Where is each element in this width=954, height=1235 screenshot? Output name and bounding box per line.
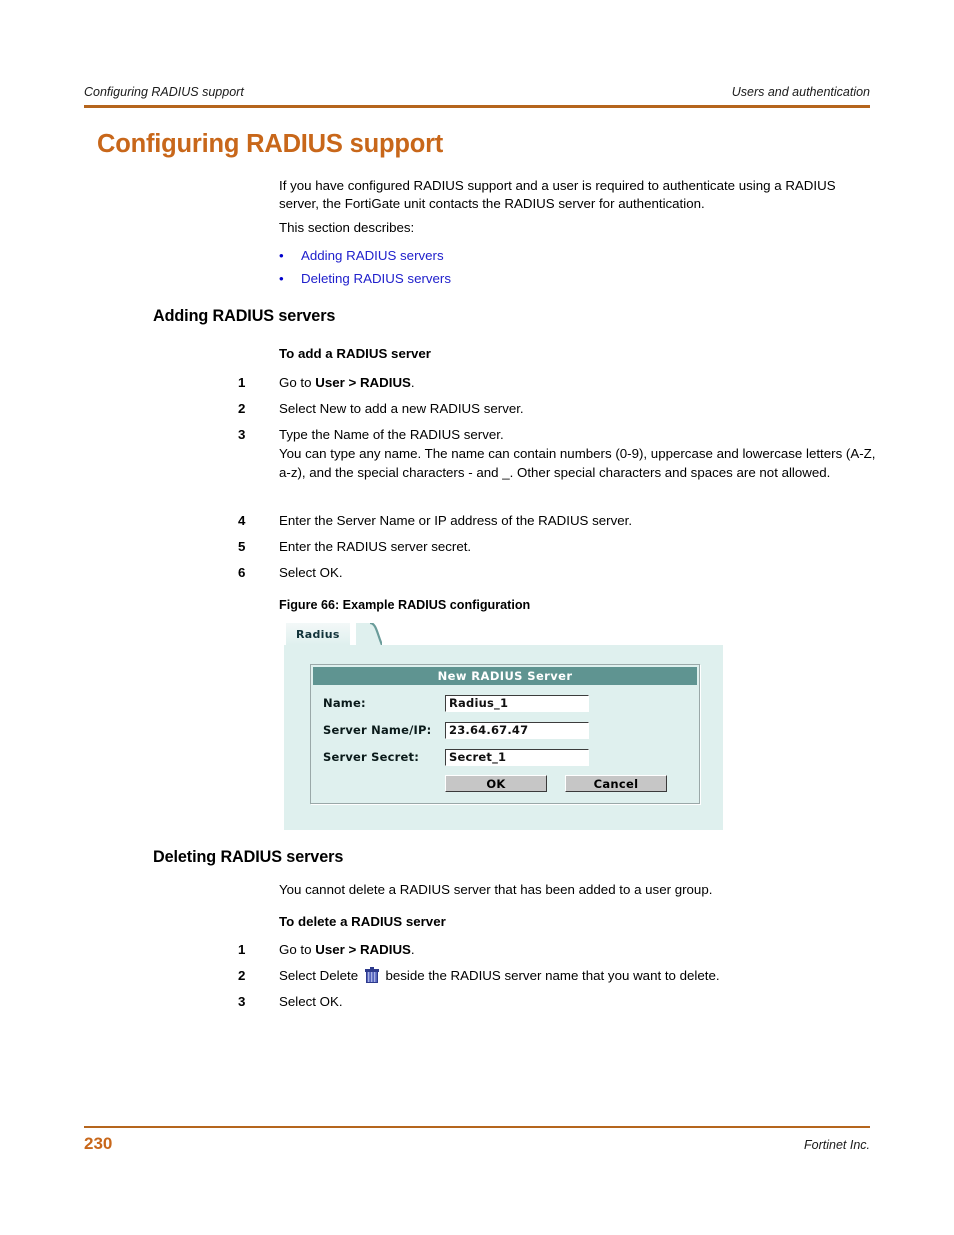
step-text-post: . [410, 942, 415, 957]
step-number: 5 [238, 539, 246, 554]
running-header: Configuring RADIUS support Users and aut… [84, 85, 870, 99]
tab-strip: Radius [284, 623, 723, 645]
step-add-6: 6 Select OK. [238, 564, 878, 583]
step-number: 2 [238, 968, 246, 983]
step-add-3: 3 Type the Name of the RADIUS server. [238, 426, 878, 445]
bullet-glyph: • [279, 271, 284, 286]
page-number: 230 [84, 1134, 113, 1153]
trash-icon [364, 967, 379, 983]
document-page: Configuring RADIUS support Users and aut… [0, 0, 954, 1235]
server-secret-input[interactable]: Secret_1 [445, 748, 589, 766]
step-text-bold: User > RADIUS [315, 942, 411, 957]
step-text: Go to User > RADIUS. [279, 374, 878, 393]
link-adding-radius-servers[interactable]: Adding RADIUS servers [301, 247, 444, 265]
name-field-label: Name: [323, 696, 366, 710]
section-lead-text: This section describes: [279, 220, 415, 235]
footer-company: Fortinet Inc. [804, 1138, 870, 1152]
step-text: Select New to add a new RADIUS server. [279, 401, 524, 416]
bullet-glyph: • [279, 248, 284, 263]
section-heading-deleting: Deleting RADIUS servers [153, 848, 344, 866]
step-number: 6 [238, 565, 246, 580]
trash-body [365, 972, 378, 983]
link-deleting-radius-servers[interactable]: Deleting RADIUS servers [301, 270, 451, 288]
link-list-item-deleting[interactable]: • Deleting RADIUS servers [279, 270, 451, 288]
step-delete-1: 1 Go to User > RADIUS. [238, 941, 878, 960]
server-name-ip-input[interactable]: 23.64.67.47 [445, 721, 589, 739]
header-right-text: Users and authentication [731, 85, 870, 99]
step-number: 4 [238, 513, 246, 528]
figure-caption: Figure 66: Example RADIUS configuration [279, 598, 531, 612]
page-title: Configuring RADIUS support [97, 130, 444, 158]
cancel-button[interactable]: Cancel [565, 775, 667, 792]
panel-title-bar: New RADIUS Server [313, 667, 697, 685]
server-name-ip-field-label: Server Name/IP: [323, 723, 432, 737]
section-heading-adding: Adding RADIUS servers [153, 307, 336, 325]
step-number: 3 [238, 994, 246, 1009]
step-delete-3: 3 Select OK. [238, 993, 878, 1012]
step-number: 2 [238, 401, 246, 416]
deleting-note: You cannot delete a RADIUS server that h… [279, 882, 713, 897]
step-text: Select Delete beside the RADIUS server n… [279, 967, 878, 986]
step-detail-text: You can type any name. The name can cont… [279, 446, 876, 480]
intro-paragraph: If you have configured RADIUS support an… [279, 178, 836, 212]
step-number: 1 [238, 942, 246, 957]
server-secret-field-label: Server Secret: [323, 750, 419, 764]
ok-button[interactable]: OK [445, 775, 547, 792]
step-text: Select OK. [279, 994, 343, 1009]
field-row-server-secret: Server Secret: Secret_1 [323, 747, 693, 767]
step-text: Enter the RADIUS server secret. [279, 539, 472, 554]
step-text-bold: User > RADIUS [315, 375, 411, 390]
step-add-1: 1 Go to User > RADIUS. [238, 374, 878, 393]
tab-curve-decoration [356, 623, 382, 645]
link-list-item-adding[interactable]: • Adding RADIUS servers [279, 247, 444, 265]
tab-radius-label: Radius [296, 627, 340, 641]
footer-divider [84, 1126, 870, 1129]
step-text: Go to User > RADIUS. [279, 941, 878, 960]
procedure-title-delete: To delete a RADIUS server [279, 914, 446, 929]
step-text: Type the Name of the RADIUS server. [279, 427, 504, 442]
step-delete-2: 2 Select Delete beside the RADIUS server… [238, 967, 878, 986]
step-number: 3 [238, 427, 246, 442]
tab-radius[interactable]: Radius [286, 623, 350, 645]
step-text-pre: Go to [279, 375, 316, 390]
field-row-server-name-ip: Server Name/IP: 23.64.67.47 [323, 720, 693, 740]
step-number: 1 [238, 375, 246, 390]
new-radius-server-panel: New RADIUS Server Name: Radius_1 Server … [310, 664, 700, 804]
header-divider [84, 105, 870, 108]
step-add-2: 2 Select New to add a new RADIUS server. [238, 400, 878, 419]
name-input[interactable]: Radius_1 [445, 694, 589, 712]
figure-radius-configuration: Radius New RADIUS Server Name: Radius_1 [284, 623, 723, 830]
dialog-button-row: OK Cancel [445, 775, 667, 792]
step-text: Enter the Server Name or IP address of t… [279, 513, 633, 528]
step-text-pre: Select Delete [279, 968, 362, 983]
step-text-post: beside the RADIUS server name that you w… [381, 968, 720, 983]
page-footer: 230 Fortinet Inc. [84, 1134, 870, 1154]
panel-title-text: New RADIUS Server [437, 669, 573, 683]
step-add-5: 5 Enter the RADIUS server secret. [238, 538, 878, 557]
figure-body: New RADIUS Server Name: Radius_1 Server … [284, 645, 723, 830]
procedure-title-add: To add a RADIUS server [279, 346, 431, 361]
header-left-text: Configuring RADIUS support [84, 85, 244, 99]
step-add-4: 4 Enter the Server Name or IP address of… [238, 512, 878, 531]
field-row-name: Name: Radius_1 [323, 693, 693, 713]
step-text-pre: Go to [279, 942, 316, 957]
step-text-post: . [410, 375, 415, 390]
step-text: Select OK. [279, 565, 343, 580]
step-add-3-detail: You can type any name. The name can cont… [238, 445, 878, 482]
